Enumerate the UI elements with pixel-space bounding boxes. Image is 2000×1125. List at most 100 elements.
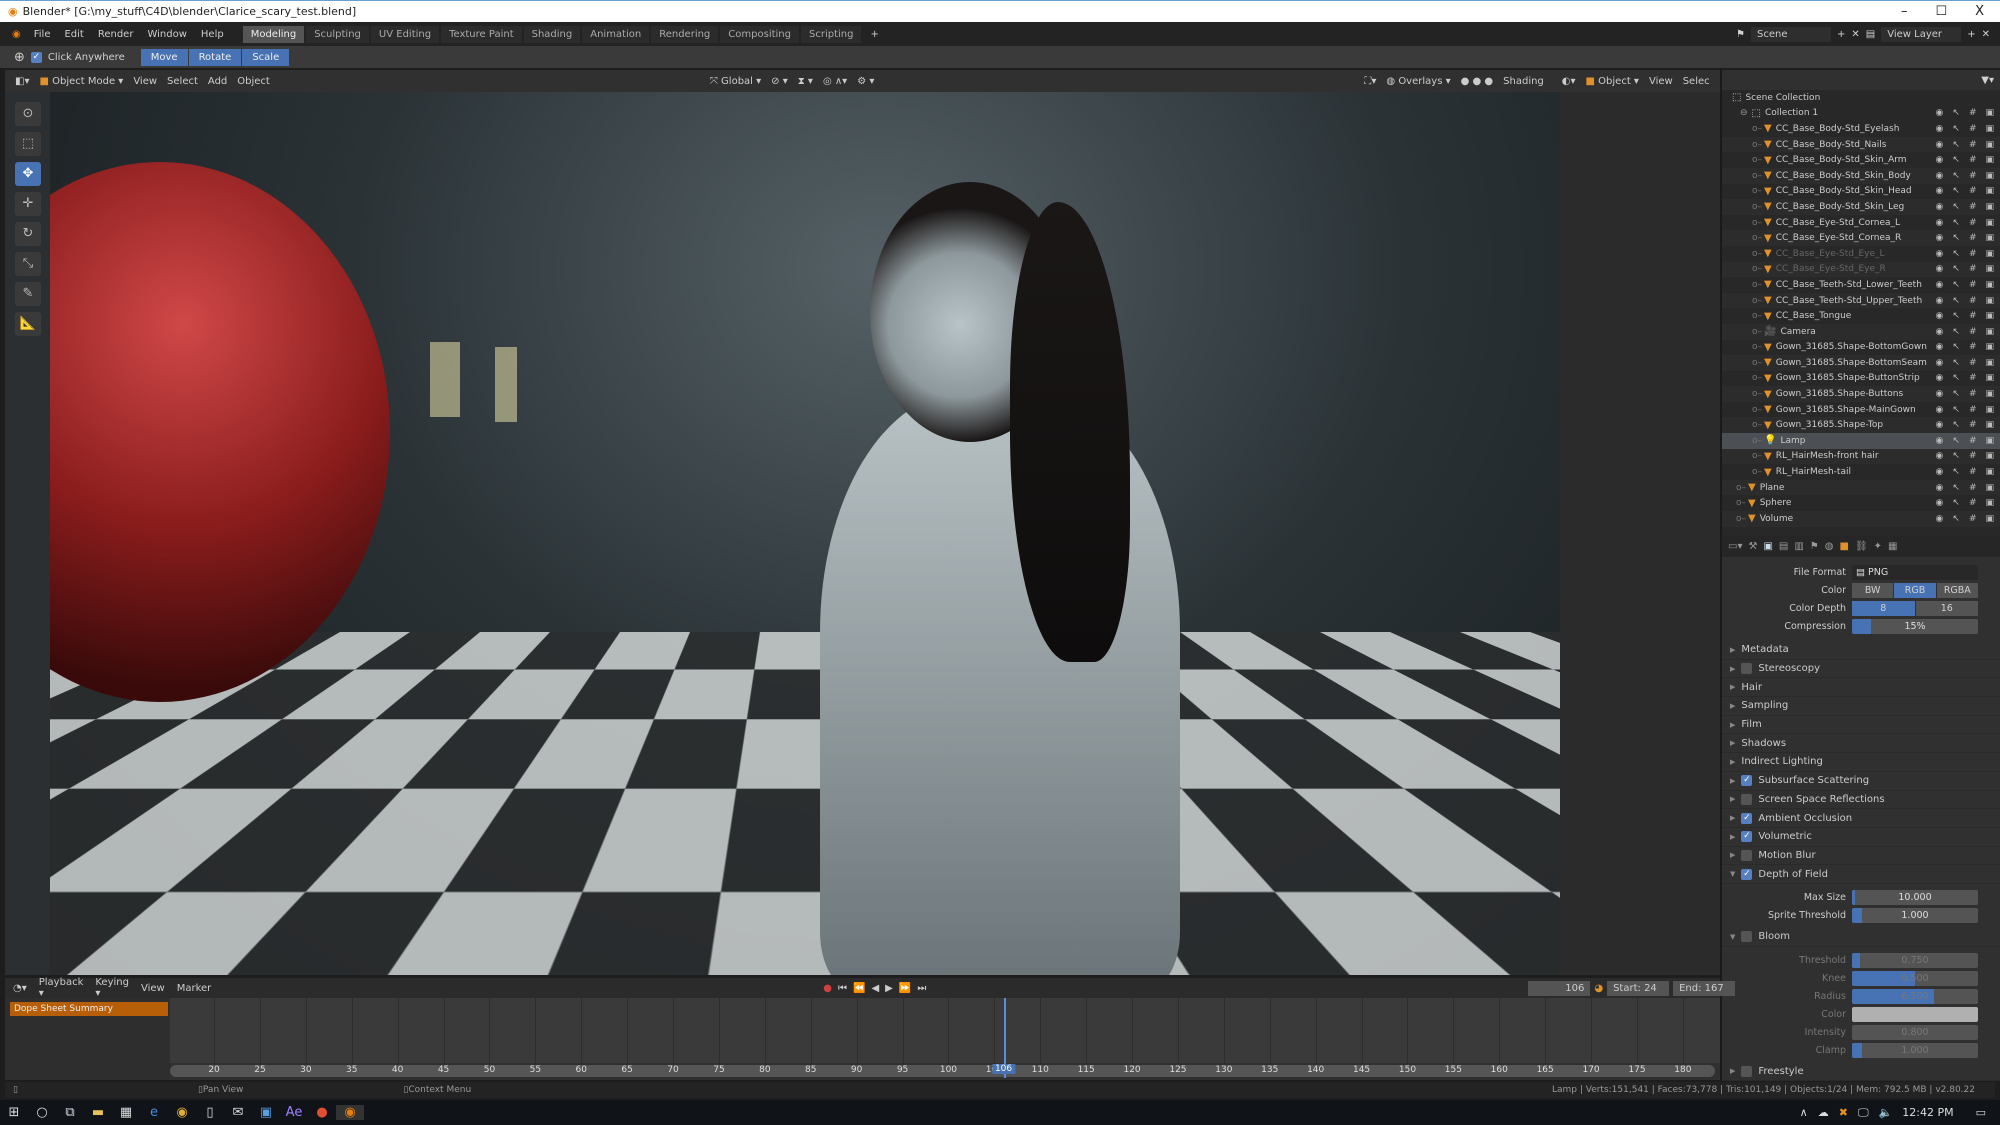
task-view-icon[interactable]: ⧉ [56, 1105, 84, 1120]
outliner-item[interactable]: o– ▼ Plane ◉ ↖ # ▣ [1722, 480, 2000, 496]
volumetric-panel[interactable]: ▶ ✓ Volumetric [1722, 828, 2000, 847]
bloom-panel[interactable]: ▼ Bloom [1722, 928, 2000, 947]
edge-icon[interactable]: e [140, 1105, 168, 1120]
jump-start-button[interactable]: ⏮ [838, 983, 847, 994]
onedrive-icon[interactable]: ☁ [1818, 1106, 1829, 1119]
menu-render[interactable]: Render [91, 29, 141, 40]
display-mode-dropdown[interactable]: ■ Object ▾ [1586, 76, 1639, 87]
viewport-disable-icon[interactable]: # [1969, 436, 1977, 446]
proportional-edit-icon[interactable]: ◎ ∧▾ [823, 76, 847, 87]
move-toggle[interactable]: Move [141, 49, 188, 66]
select-icon[interactable]: ↖ [1952, 389, 1960, 399]
select-icon[interactable]: ↖ [1952, 483, 1960, 493]
viewport-disable-icon[interactable]: # [1969, 280, 1977, 290]
outliner-item[interactable]: o– ▼ Gown_31685.Shape-Top ◉ ↖ # ▣ [1722, 417, 2000, 433]
maximize-button[interactable]: ☐ [1935, 4, 1947, 19]
eye-icon[interactable]: ◉ [1936, 358, 1944, 368]
viewport-disable-icon[interactable]: # [1969, 233, 1977, 243]
select-icon[interactable]: ↖ [1952, 124, 1960, 134]
outliner-item[interactable]: o– ▼ Volume ◉ ↖ # ▣ [1722, 511, 2000, 527]
outliner-item[interactable]: o– ▼ Gown_31685.Shape-BottomSeam ◉ ↖ # ▣ [1722, 355, 2000, 371]
panel-checkbox[interactable] [1741, 663, 1752, 674]
orientation-dropdown[interactable]: ⤧ Global ▾ [710, 76, 761, 87]
playback-menu[interactable]: Playback ▾ [39, 977, 84, 999]
outliner-item[interactable]: o– ▼ Gown_31685.Shape-MainGown ◉ ↖ # ▣ [1722, 402, 2000, 418]
eye-icon[interactable]: ◉ [1936, 514, 1944, 524]
eye-icon[interactable]: ◉ [1936, 467, 1944, 477]
editor-type-icon[interactable]: ◔▾ [13, 983, 27, 994]
render-icon[interactable]: ▣ [1985, 218, 1994, 228]
eye-icon[interactable]: ◉ [1936, 451, 1944, 461]
select-icon[interactable]: ↖ [1952, 186, 1960, 196]
viewport-disable-icon[interactable]: # [1969, 389, 1977, 399]
render-icon[interactable]: ▣ [1985, 327, 1994, 337]
eye-icon[interactable]: ◉ [1936, 155, 1944, 165]
render-icon[interactable]: ▣ [1985, 311, 1994, 321]
select-icon[interactable]: ↖ [1952, 280, 1960, 290]
depth-of-field-panel[interactable]: ▼ ✓ Depth of Field [1722, 865, 2000, 884]
new-scene-button[interactable]: + [1837, 29, 1845, 40]
select-icon[interactable]: ↖ [1952, 342, 1960, 352]
scale-toggle[interactable]: Scale [242, 49, 289, 66]
eye-icon[interactable]: ◉ [1936, 186, 1944, 196]
render-icon[interactable]: ▣ [1985, 405, 1994, 415]
sprite-threshold-field[interactable]: 1.000 [1852, 908, 1978, 923]
eye-icon[interactable]: ◉ [1936, 405, 1944, 415]
clock[interactable]: 12:42 PM [1902, 1106, 1953, 1119]
constraints-tab-icon[interactable]: ⛓ [1855, 541, 1868, 552]
outliner-item[interactable]: o– ▼ CC_Base_Body-Std_Nails ◉ ↖ # ▣ [1722, 137, 2000, 153]
render-icon[interactable]: ▣ [1985, 171, 1994, 181]
eye-icon[interactable]: ◉ [1936, 483, 1944, 493]
render-icon[interactable]: ▣ [1985, 436, 1994, 446]
annotate-tool-icon[interactable]: ✎ [15, 282, 41, 306]
add-workspace-button[interactable]: + [863, 29, 885, 40]
collection-row[interactable]: ⊖ ⬚ Collection 1 ◉ ↖ # ▣ [1722, 106, 2000, 122]
add-menu[interactable]: Add [208, 76, 227, 87]
jump-keyframe-back-button[interactable]: ⏪ [853, 983, 865, 994]
pivot-icon[interactable]: ⊘ ▾ [771, 76, 788, 87]
scene-tab-icon[interactable]: ⚑ [1810, 541, 1819, 552]
render-icon[interactable]: ▣ [1985, 155, 1994, 165]
color-option-rgba[interactable]: RGBA [1937, 583, 1978, 598]
viewport-disable-icon[interactable]: # [1969, 218, 1977, 228]
scene-selector[interactable]: Scene [1751, 27, 1831, 42]
gizmo-icon[interactable]: ⚙ ▾ [857, 76, 874, 87]
eye-icon[interactable]: ◉ [1936, 342, 1944, 352]
color-field[interactable] [1852, 1007, 1978, 1022]
stereoscopy-panel[interactable]: ▶ Stereoscopy [1722, 660, 2000, 679]
render-icon[interactable]: ▣ [1985, 124, 1994, 134]
eye-icon[interactable]: ◉ [1936, 373, 1944, 383]
notepad-icon[interactable]: ▯ [196, 1105, 224, 1120]
measure-tool-icon[interactable]: 📐 [15, 312, 41, 336]
tray-chevron-icon[interactable]: ∧ [1800, 1106, 1808, 1119]
menu-window[interactable]: Window [140, 29, 193, 40]
compression-slider[interactable]: 15% [1852, 619, 1978, 634]
color-option-rgb[interactable]: RGB [1894, 583, 1935, 598]
search-icon[interactable]: ○ [28, 1105, 56, 1120]
select-icon[interactable]: ↖ [1952, 327, 1960, 337]
subsurface-scattering-panel[interactable]: ▶ ✓ Subsurface Scattering [1722, 772, 2000, 791]
viewport-disable-icon[interactable]: # [1969, 483, 1977, 493]
outliner-editor-type-icon[interactable]: ◐▾ [1562, 76, 1576, 87]
render-icon[interactable]: ▣ [1985, 264, 1994, 274]
object-menu[interactable]: Object [237, 76, 270, 87]
select-icon[interactable]: ↖ [1952, 498, 1960, 508]
outliner-item[interactable]: o– 🎥 Camera ◉ ↖ # ▣ [1722, 324, 2000, 340]
screen-space-reflections-panel[interactable]: ▶ Screen Space Reflections [1722, 791, 2000, 810]
eye-icon[interactable]: ◉ [1936, 327, 1944, 337]
panel-checkbox[interactable]: ✓ [1741, 869, 1752, 880]
marker-menu[interactable]: Marker [177, 983, 212, 994]
workspace-tab-uv-editing[interactable]: UV Editing [371, 26, 439, 43]
select-icon[interactable]: ↖ [1952, 264, 1960, 274]
hair-panel[interactable]: ▶ Hair [1722, 678, 2000, 697]
viewport-disable-icon[interactable]: # [1969, 124, 1977, 134]
world-tab-icon[interactable]: ◍ [1825, 541, 1834, 552]
ambient-occlusion-panel[interactable]: ▶ ✓ Ambient Occlusion [1722, 809, 2000, 828]
blender-taskbar-icon[interactable]: ◉ [336, 1105, 364, 1120]
viewport-disable-icon[interactable]: # [1969, 186, 1977, 196]
mail-icon[interactable]: ✉ [224, 1105, 252, 1120]
outliner-item[interactable]: o– ▼ RL_HairMesh-front hair ◉ ↖ # ▣ [1722, 449, 2000, 465]
select-box-tool-icon[interactable]: ⬚ [15, 132, 41, 156]
start-frame-field[interactable]: Start: 24 [1607, 981, 1669, 996]
bloom-checkbox[interactable] [1741, 931, 1752, 942]
